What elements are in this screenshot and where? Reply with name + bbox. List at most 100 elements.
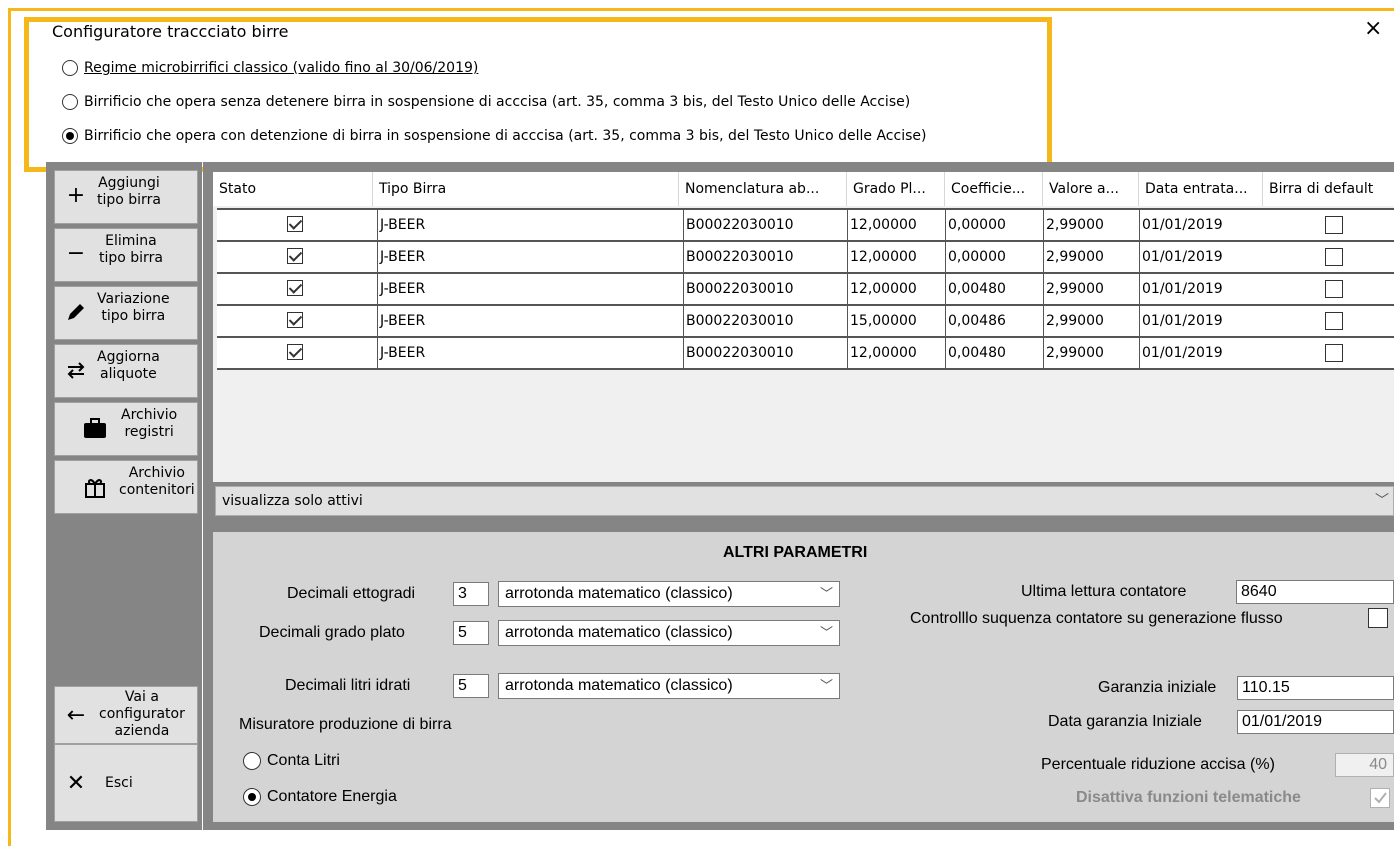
decimali-ettogradi-rounding-value: arrotonda matematico (classico) [505,585,733,602]
radio-regime-classic[interactable] [62,60,78,76]
column-header-birra-default[interactable]: Birra di default [1263,172,1394,206]
minus-icon: − [66,241,86,266]
update-rates-label: Aggiorna aliquote [97,349,160,382]
status-checkbox[interactable] [287,312,303,328]
close-icon[interactable]: × [1364,18,1382,40]
status-checkbox[interactable] [287,248,303,264]
column-header-nomenclatura[interactable]: Nomenclatura ab... [679,172,847,206]
other-parameters-panel: ALTRI PARAMETRI Decimali ettogradi 3 arr… [213,532,1394,822]
plus-icon: + [66,183,86,208]
controllo-sequenza-checkbox[interactable] [1368,608,1388,628]
cell-coeff: 0,00480 [945,338,1043,368]
regime-label-suspension: Birrificio che opera con detenzione di b… [84,128,927,144]
cell-coeff: 0,00480 [945,274,1043,304]
decimali-ettogradi-rounding-select[interactable]: arrotonda matematico (classico) ﹀ [498,581,840,607]
cell-grado: 12,00000 [847,338,945,368]
cell-valore: 2,99000 [1043,306,1139,336]
cell-default [1263,306,1394,336]
cell-nomenclatura: B00022030010 [683,306,847,336]
decimali-grado-plato-rounding-select[interactable]: arrotonda matematico (classico) ﹀ [498,620,840,646]
table-row[interactable]: J-BEER B00022030010 15,00000 0,00486 2,9… [217,306,1394,338]
chevron-down-icon: ﹀ [1375,493,1389,509]
conta-litri-option[interactable]: Conta Litri [243,752,340,770]
cell-valore: 2,99000 [1043,338,1139,368]
decimali-litri-idrati-input[interactable]: 5 [453,674,489,698]
goto-company-config-button[interactable]: ← Vai a configurator azienda [54,686,198,744]
decimali-litri-idrati-label: Decimali litri idrati [285,677,411,694]
conta-litri-label: Conta Litri [267,752,340,769]
default-checkbox[interactable] [1325,312,1343,330]
exit-label: Esci [105,775,133,791]
cell-stato [217,210,377,240]
arrow-left-icon: ← [66,703,86,728]
table-header: Stato Tipo Birra Nomenclatura ab... Grad… [213,172,1394,206]
regime-option-suspension[interactable]: Birrificio che opera con detenzione di b… [62,128,926,144]
ultima-lettura-input[interactable]: 8640 [1236,580,1394,604]
chevron-down-icon: ﹀ [819,625,833,640]
default-checkbox[interactable] [1325,216,1343,234]
cell-valore: 2,99000 [1043,274,1139,304]
contatore-energia-option[interactable]: Contatore Energia [243,788,397,806]
cell-tipo: J-BEER [377,210,683,240]
cell-tipo: J-BEER [377,306,683,336]
garanzia-iniziale-input[interactable]: 110.15 [1237,676,1394,700]
cell-tipo: J-BEER [377,274,683,304]
cell-stato [217,338,377,368]
briefcase-icon [83,417,106,439]
goto-company-config-label: Vai a configurator azienda [99,689,185,739]
edit-beer-type-button[interactable]: Variazione tipo birra [54,286,198,340]
radio-regime-no-suspension[interactable] [62,94,78,110]
cell-coeff: 0,00486 [945,306,1043,336]
misuratore-label: Misuratore produzione di birra [239,716,452,733]
containers-archive-button[interactable]: Archivio contenitori [54,460,198,514]
cell-coeff: 0,00000 [945,210,1043,240]
status-checkbox[interactable] [287,216,303,232]
decimali-ettogradi-input[interactable]: 3 [453,582,489,606]
cell-default [1263,210,1394,240]
contatore-energia-label: Contatore Energia [267,788,397,805]
exit-button[interactable]: ✕ Esci [54,744,198,822]
decimali-ettogradi-label: Decimali ettogradi [287,585,416,602]
table-row[interactable]: J-BEER B00022030010 12,00000 0,00480 2,9… [217,338,1394,370]
status-checkbox[interactable] [287,344,303,360]
conta-litri-radio[interactable] [243,752,261,770]
cell-grado: 15,00000 [847,306,945,336]
disattiva-telematiche-checkbox [1370,788,1390,808]
default-checkbox[interactable] [1325,248,1343,266]
data-garanzia-input[interactable]: 01/01/2019 [1237,710,1394,734]
add-beer-type-button[interactable]: + Aggiungi tipo birra [54,170,198,224]
chevron-down-icon: ﹀ [819,678,833,693]
default-checkbox[interactable] [1325,344,1343,362]
table-row[interactable]: J-BEER B00022030010 12,00000 0,00000 2,9… [217,210,1394,242]
contatore-energia-radio[interactable] [243,788,261,806]
cell-grado: 12,00000 [847,274,945,304]
column-header-data-entrata[interactable]: Data entrata... [1139,172,1263,206]
table-row[interactable]: J-BEER B00022030010 12,00000 0,00480 2,9… [217,274,1394,306]
regime-option-classic[interactable]: Regime microbirrifici classico (valido f… [62,60,478,76]
decimali-grado-plato-input[interactable]: 5 [453,621,489,645]
decimali-litri-idrati-rounding-select[interactable]: arrotonda matematico (classico) ﹀ [498,673,840,699]
cell-default [1263,274,1394,304]
column-header-grado[interactable]: Grado Pl... [847,172,945,206]
remove-beer-type-button[interactable]: − Elimina tipo birra [54,228,198,282]
chevron-down-icon: ﹀ [819,586,833,601]
active-filter-value: visualizza solo attivi [222,493,363,509]
column-header-valore[interactable]: Valore a... [1043,172,1139,206]
regime-option-no-suspension[interactable]: Birrificio che opera senza detenere birr… [62,94,910,110]
radio-regime-suspension[interactable] [62,128,78,144]
decimali-litri-idrati-rounding-value: arrotonda matematico (classico) [505,677,733,694]
column-header-coefficiente[interactable]: Coefficie... [945,172,1043,206]
cell-valore: 2,99000 [1043,210,1139,240]
cell-grado: 12,00000 [847,210,945,240]
column-header-tipo-birra[interactable]: Tipo Birra [373,172,679,206]
table-row[interactable]: J-BEER B00022030010 12,00000 0,00000 2,9… [217,242,1394,274]
registers-archive-button[interactable]: Archivio registri [54,402,198,456]
cell-default [1263,338,1394,368]
update-rates-button[interactable]: Aggiorna aliquote [54,344,198,398]
status-checkbox[interactable] [287,280,303,296]
add-beer-type-label: Aggiungi tipo birra [97,175,161,208]
cell-data: 01/01/2019 [1139,338,1263,368]
default-checkbox[interactable] [1325,280,1343,298]
column-header-stato[interactable]: Stato [213,172,373,206]
active-filter-select[interactable]: visualizza solo attivi ﹀ [215,486,1394,516]
